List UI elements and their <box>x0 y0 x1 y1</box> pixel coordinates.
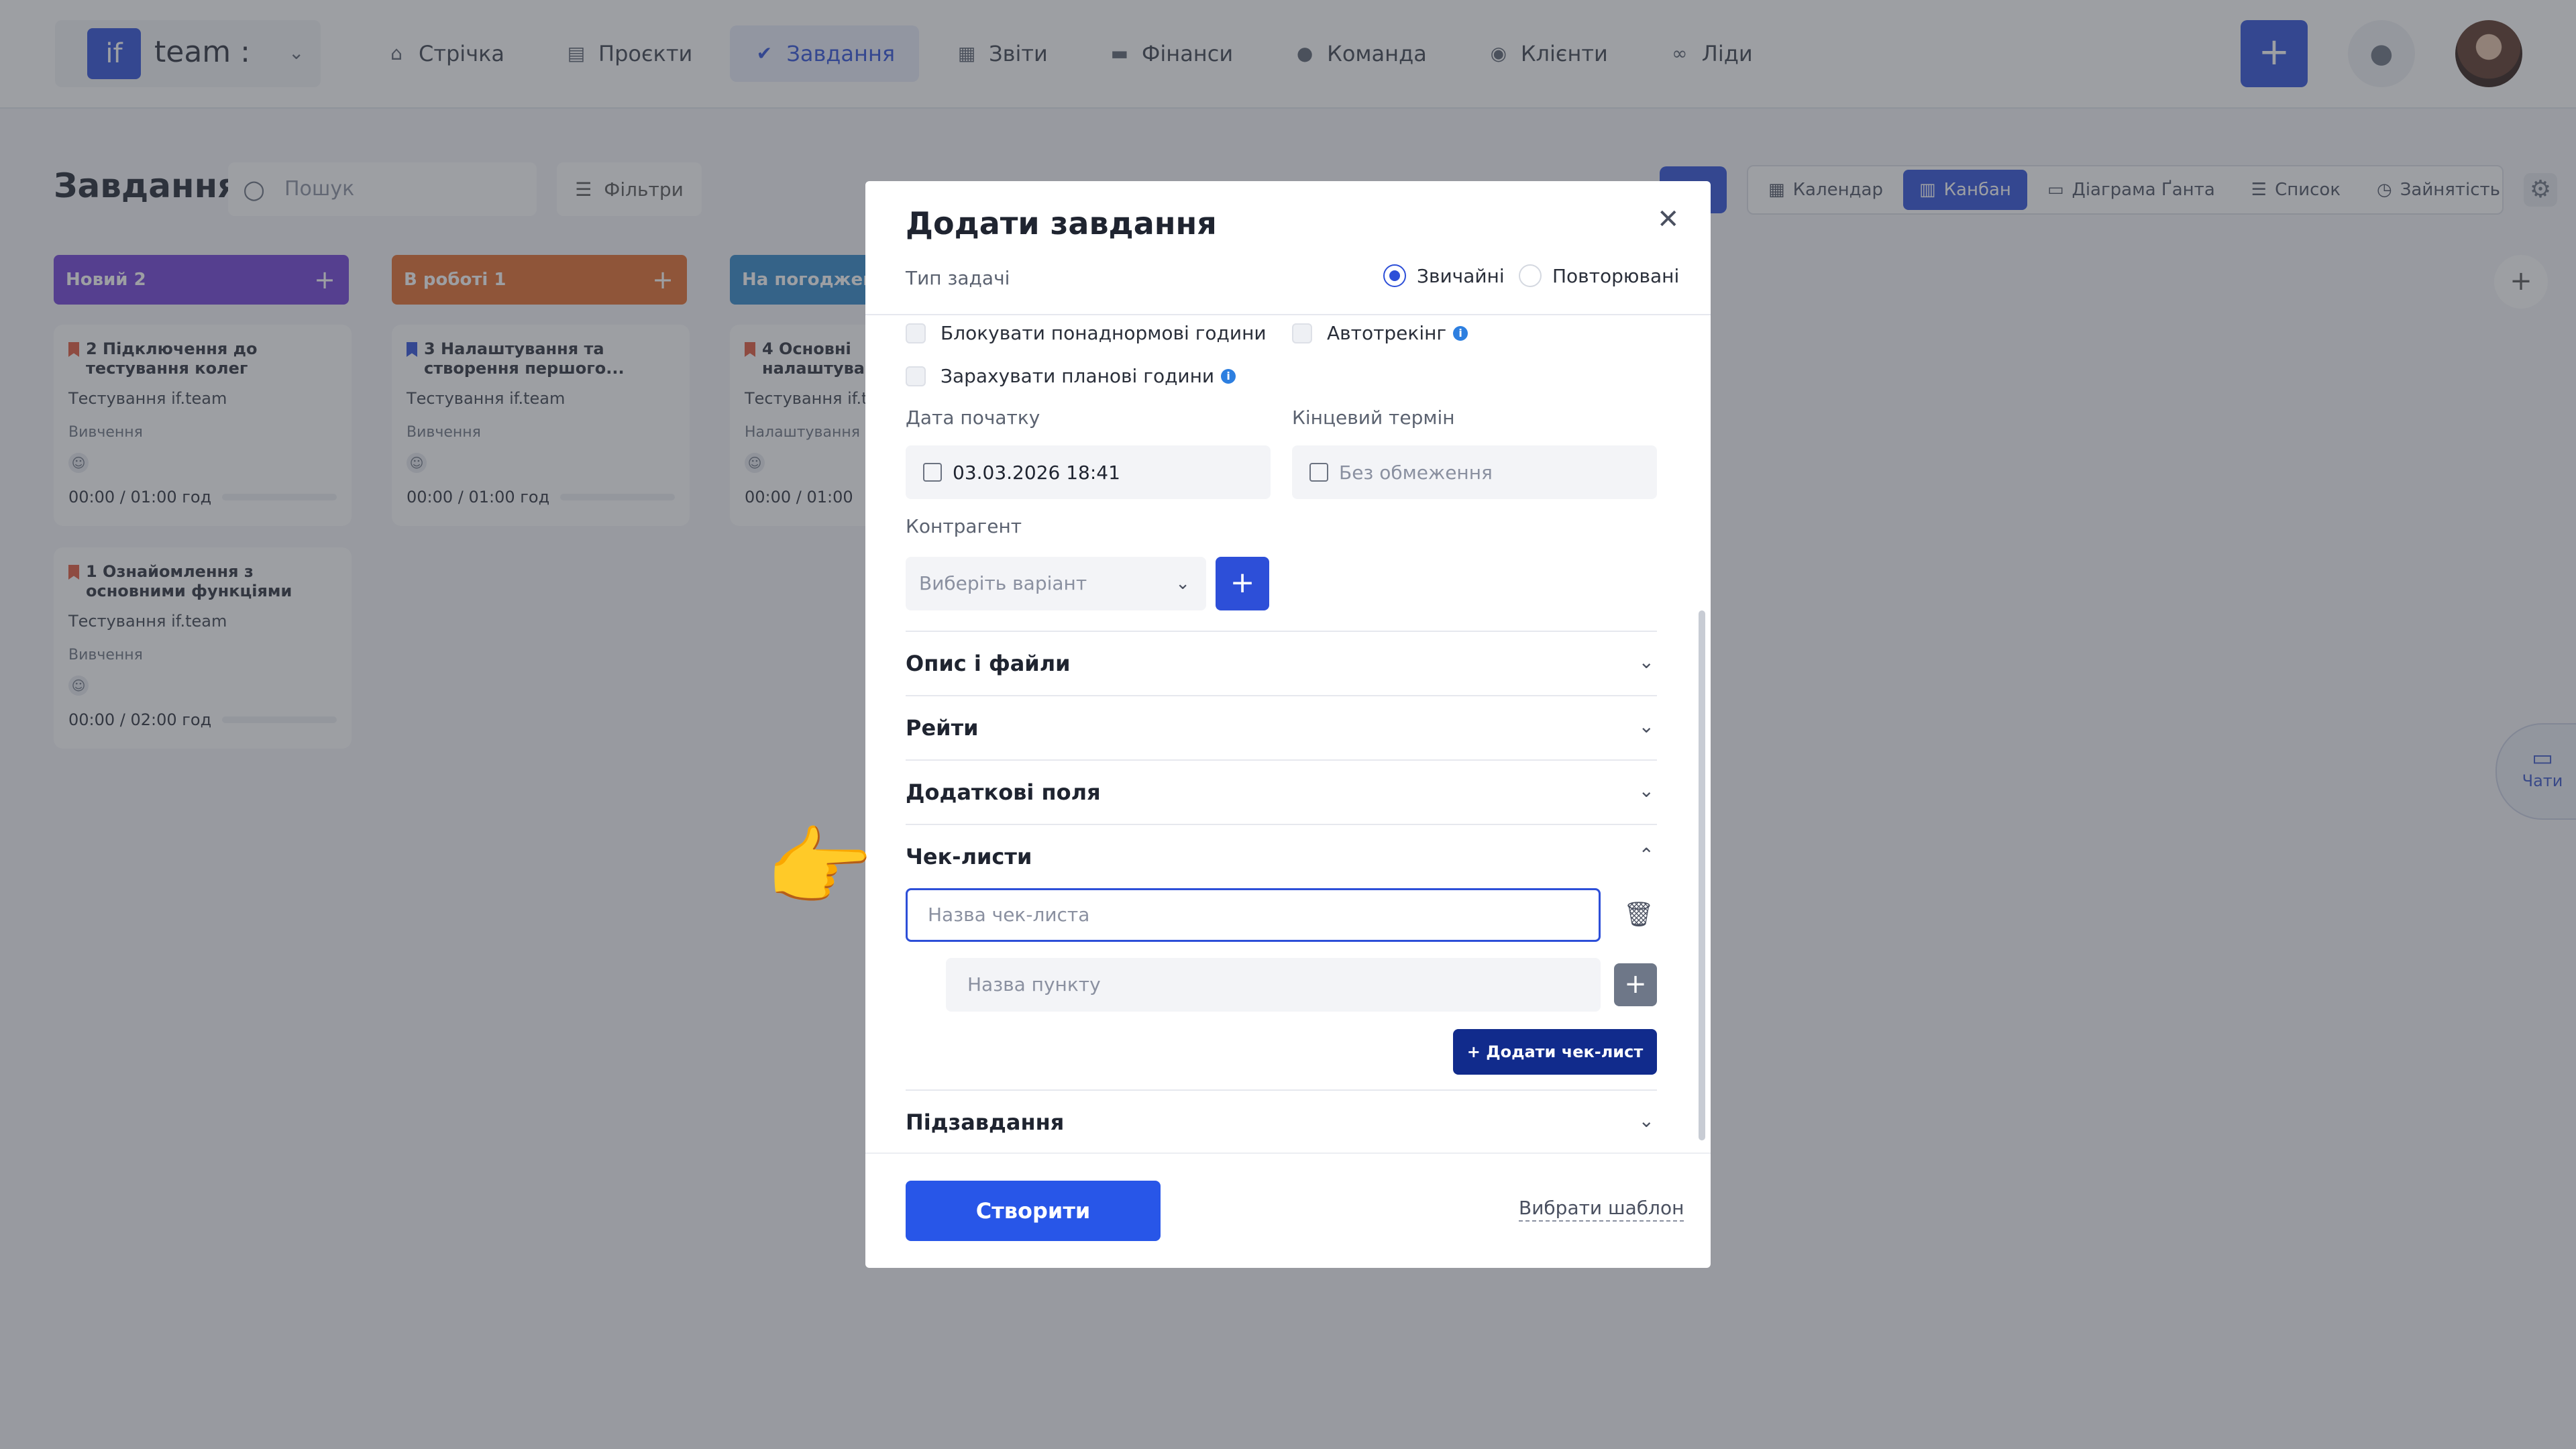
create-button[interactable]: Створити <box>906 1181 1161 1241</box>
section-subtasks-title: Підзавдання <box>906 1110 1065 1135</box>
scroll-thumb[interactable] <box>1699 610 1705 1140</box>
autotracking-label: Автотрекінг <box>1327 322 1447 344</box>
add-counterparty-button[interactable]: + <box>1216 557 1269 610</box>
radio-regular[interactable]: Звичайні <box>1383 264 1505 287</box>
block-overtime-checkbox[interactable]: Блокувати понаднормові години <box>906 322 1267 344</box>
deadline-placeholder: Без обмеження <box>1339 461 1493 484</box>
add-checklist-item-button[interactable]: + <box>1614 963 1657 1006</box>
chevron-up-icon: ⌃ <box>1638 844 1654 866</box>
start-date-value: 03.03.2026 18:41 <box>953 461 1120 484</box>
deadline-field[interactable]: Без обмеження <box>1292 445 1657 499</box>
divider <box>865 314 1711 315</box>
calendar-icon <box>923 463 942 482</box>
modal-title: Додати завдання <box>906 205 1217 241</box>
chevron-down-icon: ⌄ <box>1638 780 1654 802</box>
chevron-down-icon: ⌄ <box>1638 651 1654 673</box>
task-type-label: Тип задачі <box>906 267 1010 289</box>
info-icon[interactable]: i <box>1221 368 1236 384</box>
add-checklist-button[interactable]: + Додати чек-лист <box>1453 1029 1657 1075</box>
chevron-down-icon: ⌄ <box>1175 574 1190 594</box>
section-subtasks[interactable]: Підзавдання ⌄ <box>906 1089 1657 1154</box>
calendar-icon <box>1309 463 1328 482</box>
counterparty-label: Контрагент <box>906 515 1022 537</box>
info-icon[interactable]: i <box>1453 325 1468 341</box>
start-date-field[interactable]: 03.03.2026 18:41 <box>906 445 1271 499</box>
checkbox-box[interactable] <box>906 366 926 386</box>
chevron-down-icon: ⌄ <box>1638 715 1654 737</box>
start-date-label: Дата початку <box>906 407 1040 429</box>
checkbox-box[interactable] <box>906 323 926 343</box>
block-overtime-label: Блокувати понаднормові години <box>941 322 1267 344</box>
pointing-hand-icon: 👉 <box>765 816 873 918</box>
modal-scrollbar[interactable] <box>1699 322 1705 1194</box>
section-description-title: Опис і файли <box>906 651 1071 676</box>
chevron-down-icon: ⌄ <box>1638 1110 1654 1132</box>
radio-recurring-control[interactable] <box>1519 264 1542 287</box>
section-rates-title: Рейти <box>906 715 979 741</box>
count-planned-label: Зарахувати планові години <box>941 365 1215 387</box>
checklist-item-input[interactable]: Назва пункту <box>946 958 1601 1012</box>
count-planned-checkbox[interactable]: Зарахувати планові години i <box>906 365 1236 387</box>
radio-regular-control[interactable] <box>1383 264 1406 287</box>
deadline-label: Кінцевий термін <box>1292 407 1455 429</box>
trash-icon[interactable]: 🗑 <box>1623 900 1654 928</box>
counterparty-placeholder: Виберіть варіант <box>919 572 1087 594</box>
radio-recurring[interactable]: Повторювані <box>1519 264 1679 287</box>
checkbox-box[interactable] <box>1292 323 1312 343</box>
section-checklists[interactable]: Чек-листи ⌃ <box>906 824 1657 888</box>
checklist-name-placeholder: Назва чек-листа <box>928 904 1090 926</box>
radio-regular-label: Звичайні <box>1417 264 1505 287</box>
section-rates[interactable]: Рейти ⌄ <box>906 695 1657 759</box>
section-extra-fields[interactable]: Додаткові поля ⌄ <box>906 759 1657 824</box>
radio-recurring-label: Повторювані <box>1552 264 1680 287</box>
add-task-modal: Додати завдання ✕ Тип задачі Звичайні По… <box>865 181 1711 1268</box>
choose-template-link[interactable]: Вибрати шаблон <box>1519 1197 1684 1222</box>
checklist-item-placeholder: Назва пункту <box>967 973 1101 996</box>
autotracking-checkbox[interactable]: Автотрекінг i <box>1292 322 1468 344</box>
counterparty-select[interactable]: Виберіть варіант ⌄ <box>906 557 1206 610</box>
divider <box>865 1152 1711 1154</box>
section-extra-fields-title: Додаткові поля <box>906 780 1101 805</box>
close-icon[interactable]: ✕ <box>1657 204 1680 235</box>
checklist-name-input[interactable]: Назва чек-листа <box>906 888 1601 942</box>
section-description[interactable]: Опис і файли ⌄ <box>906 631 1657 695</box>
section-checklists-title: Чек-листи <box>906 844 1032 869</box>
